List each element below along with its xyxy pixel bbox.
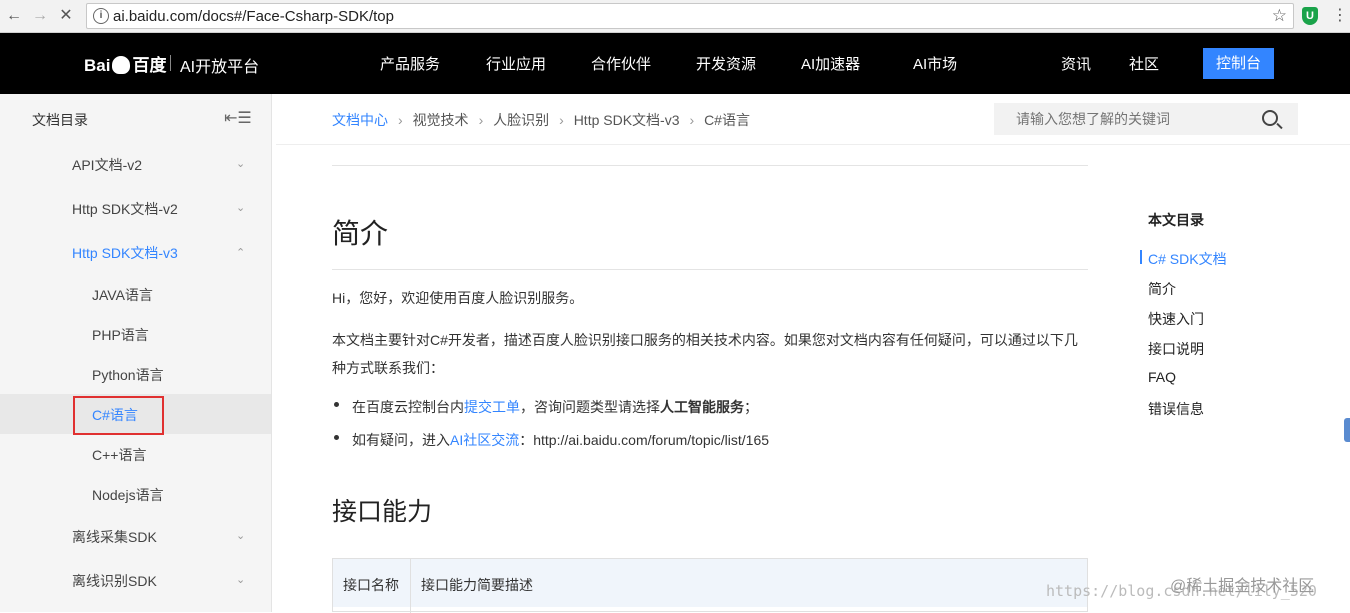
table-header-api-desc: 接口能力简要描述 <box>421 577 533 593</box>
toc-item-csharp-sdk[interactable]: C# SDK文档 <box>1148 249 1227 269</box>
toc-item-api-desc[interactable]: 接口说明 <box>1148 339 1204 359</box>
bullet-icon <box>334 435 339 440</box>
api-table: 接口名称 接口能力简要描述 <box>332 558 1088 613</box>
logo-subtitle: AI开放平台 <box>180 59 260 76</box>
nav-dev-resources[interactable]: 开发资源 <box>696 53 756 74</box>
nav-ai-market[interactable]: AI市场 <box>913 53 957 74</box>
search-icon[interactable] <box>1262 110 1278 126</box>
nav-news[interactable]: 资讯 <box>1061 53 1091 74</box>
search-input[interactable] <box>994 103 1254 135</box>
extension-shield-icon[interactable]: U <box>1302 7 1318 25</box>
doc-sidebar: 文档目录 ⇤☰ API文档-v2 ⌄ Http SDK文档-v2 ⌄ Http … <box>0 94 272 612</box>
header-divider <box>276 144 1350 145</box>
chevron-down-icon[interactable]: ⌄ <box>236 529 245 542</box>
ai-community-link[interactable]: AI社区交流 <box>450 432 519 448</box>
browser-toolbar: ← → ✕ i ai.baidu.com/docs#/Face-Csharp-S… <box>0 0 1350 33</box>
intro-paragraph: Hi，您好，欢迎使用百度人脸识别服务。 <box>332 290 584 306</box>
nav-industry[interactable]: 行业应用 <box>486 53 546 74</box>
chevron-up-icon[interactable]: ⌃ <box>236 246 245 259</box>
heading-intro: 简介 <box>332 218 389 249</box>
description-line-1: 本文档主要针对C#开发者，描述百度人脸识别接口服务的相关技术内容。如果您对文档内… <box>332 332 1078 348</box>
browser-menu-icon[interactable]: ⋮ <box>1332 6 1348 26</box>
toc-title: 本文目录 <box>1148 212 1204 228</box>
chevron-down-icon[interactable]: ⌄ <box>236 573 245 586</box>
breadcrumb-sep: › <box>559 112 564 128</box>
content-divider <box>332 165 1088 166</box>
sidebar-item-offline-recognition-sdk[interactable]: 离线识别SDK <box>72 571 157 591</box>
list-item-ticket: 在百度云控制台内提交工单，咨询问题类型请选择人工智能服务； <box>352 397 758 417</box>
bullet-icon <box>334 402 339 407</box>
list-text: 在百度云控制台内 <box>352 399 464 415</box>
heading-divider <box>332 269 1088 270</box>
toc-item-quickstart[interactable]: 快速入门 <box>1148 309 1204 329</box>
breadcrumb-csharp: C#语言 <box>704 112 750 128</box>
sidebar-item-python[interactable]: Python语言 <box>92 365 164 385</box>
list-text: ； <box>744 399 758 415</box>
submit-ticket-link[interactable]: 提交工单 <box>464 399 520 415</box>
heading-api-capability: 接口能力 <box>332 498 433 526</box>
sidebar-item-cpp[interactable]: C++语言 <box>92 445 146 465</box>
breadcrumb-vision[interactable]: 视觉技术 <box>413 112 469 128</box>
nav-products[interactable]: 产品服务 <box>380 53 440 74</box>
community-url-text: ：http://ai.baidu.com/forum/topic/list/16… <box>519 432 770 448</box>
feedback-tab[interactable] <box>1344 418 1350 442</box>
breadcrumb-http-sdk-v3[interactable]: Http SDK文档-v3 <box>574 112 680 128</box>
sidebar-item-offline-capture-sdk[interactable]: 离线采集SDK <box>72 527 157 547</box>
paw-icon <box>112 56 131 74</box>
info-icon[interactable]: i <box>93 8 109 24</box>
logo-divider <box>170 55 171 71</box>
list-text: ，咨询问题类型请选择 <box>520 399 660 415</box>
forward-icon[interactable]: → <box>30 6 50 26</box>
nav-partners[interactable]: 合作伙伴 <box>591 53 651 74</box>
toc-active-indicator <box>1140 250 1142 264</box>
sidebar-item-php[interactable]: PHP语言 <box>92 325 149 345</box>
bookmark-star-icon[interactable]: ☆ <box>1272 6 1287 26</box>
chevron-down-icon[interactable]: ⌄ <box>236 157 245 170</box>
breadcrumb-sep: › <box>478 112 484 128</box>
address-bar[interactable]: i ai.baidu.com/docs#/Face-Csharp-SDK/top… <box>86 3 1294 29</box>
list-text: 如有疑问，进入 <box>352 432 450 448</box>
column-divider <box>410 559 411 613</box>
sidebar-item-http-sdk-v2[interactable]: Http SDK文档-v2 <box>72 199 178 219</box>
collapse-sidebar-icon[interactable]: ⇤☰ <box>224 108 252 128</box>
sidebar-item-api-v2[interactable]: API文档-v2 <box>72 155 142 175</box>
breadcrumb-face[interactable]: 人脸识别 <box>493 112 549 128</box>
url-text[interactable]: ai.baidu.com/docs#/Face-Csharp-SDK/top <box>113 8 394 25</box>
back-icon[interactable]: ← <box>4 6 24 26</box>
site-header: Bai 百度 AI开放平台 产品服务 行业应用 合作伙伴 开发资源 AI加速器 A… <box>0 33 1350 94</box>
stop-icon[interactable]: ✕ <box>56 6 76 26</box>
toc-item-intro[interactable]: 简介 <box>1148 279 1176 299</box>
doc-search <box>994 103 1298 135</box>
breadcrumb: 文档中心 › 视觉技术 › 人脸识别 › Http SDK文档-v3 › C#语言 <box>332 110 756 130</box>
breadcrumb-sep: › <box>689 112 695 128</box>
description-line-2: 种方式联系我们： <box>332 360 444 376</box>
highlight-annotation-box <box>73 396 164 435</box>
watermark-site: @稀土掘金技术社区 <box>1170 578 1315 595</box>
sidebar-item-http-sdk-v3[interactable]: Http SDK文档-v3 <box>72 243 178 263</box>
sidebar-item-nodejs[interactable]: Nodejs语言 <box>92 485 164 505</box>
chevron-down-icon[interactable]: ⌄ <box>236 201 245 214</box>
list-item-community: 如有疑问，进入AI社区交流：http://ai.baidu.com/forum/… <box>352 430 769 450</box>
toc-item-faq[interactable]: FAQ <box>1148 369 1176 385</box>
logo-right-text: 百度 <box>132 56 167 75</box>
breadcrumb-sep: › <box>398 112 403 128</box>
logo-left-text: Bai <box>84 56 111 75</box>
nav-ai-accelerator[interactable]: AI加速器 <box>801 53 860 74</box>
sidebar-item-java[interactable]: JAVA语言 <box>92 285 153 305</box>
table-header-api-name: 接口名称 <box>343 577 399 593</box>
sidebar-title: 文档目录 <box>32 112 88 128</box>
baidu-logo[interactable]: Bai 百度 <box>84 51 166 76</box>
ai-service-text: 人工智能服务 <box>660 399 744 415</box>
toc-item-errors[interactable]: 错误信息 <box>1148 399 1204 419</box>
nav-community[interactable]: 社区 <box>1129 53 1159 74</box>
breadcrumb-doc-center[interactable]: 文档中心 <box>332 112 388 128</box>
console-button[interactable]: 控制台 <box>1203 48 1274 79</box>
